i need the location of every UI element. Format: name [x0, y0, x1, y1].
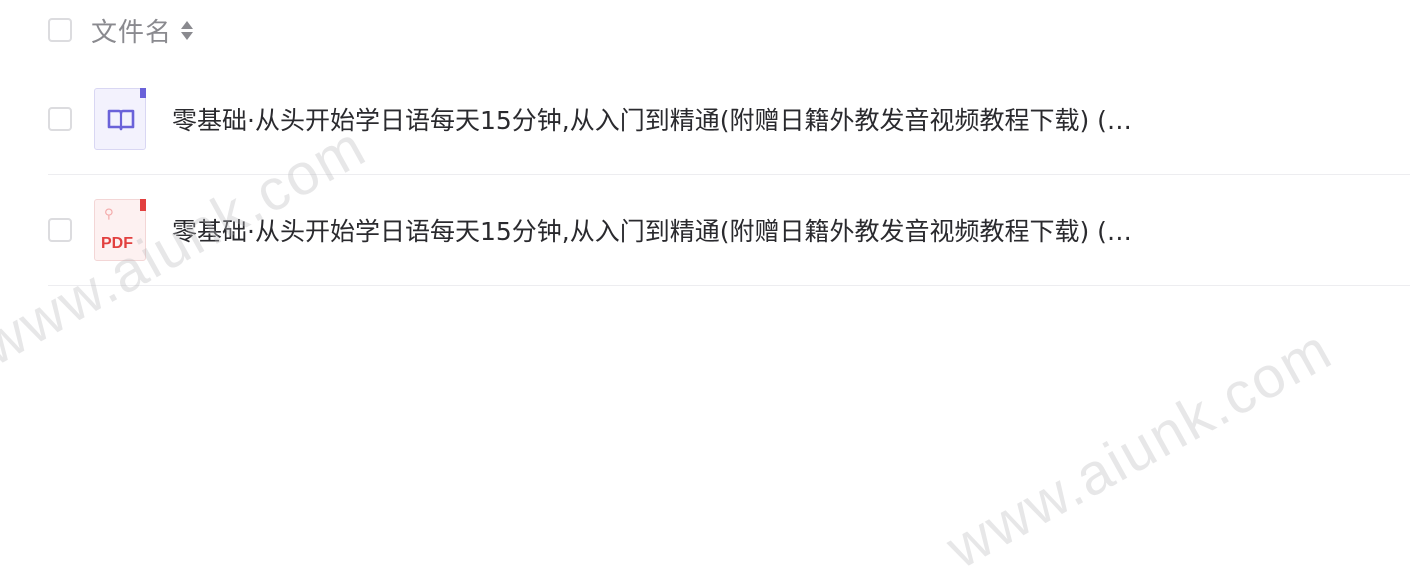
select-all-checkbox[interactable] — [48, 18, 72, 42]
book-icon — [94, 88, 146, 150]
file-list: 零基础·从头开始学日语每天15分钟,从入门到精通(附赠日籍外教发音视频教程下载)… — [48, 64, 1410, 286]
file-row[interactable]: ⚲ PDF 零基础·从头开始学日语每天15分钟,从入门到精通(附赠日籍外教发音视… — [48, 175, 1410, 286]
pdf-icon: ⚲ PDF — [94, 199, 146, 261]
list-header: 文件名 — [48, 12, 194, 49]
file-row[interactable]: 零基础·从头开始学日语每天15分钟,从入门到精通(附赠日籍外教发音视频教程下载)… — [48, 64, 1410, 175]
file-checkbox[interactable] — [48, 218, 72, 242]
watermark: www.aiunk.com — [936, 316, 1343, 582]
sort-icon[interactable] — [181, 18, 194, 42]
column-header-filename[interactable]: 文件名 — [91, 12, 172, 49]
file-checkbox[interactable] — [48, 107, 72, 131]
file-name[interactable]: 零基础·从头开始学日语每天15分钟,从入门到精通(附赠日籍外教发音视频教程下载)… — [172, 212, 1132, 248]
acrobat-icon: ⚲ — [104, 207, 114, 222]
file-list-page: 文件名 零基础·从头开始学日语每天15分钟,从入门到精通(附赠日籍外教发音视频教… — [0, 0, 1410, 588]
file-name[interactable]: 零基础·从头开始学日语每天15分钟,从入门到精通(附赠日籍外教发音视频教程下载)… — [172, 101, 1132, 137]
pdf-icon-label: PDF — [101, 235, 133, 252]
